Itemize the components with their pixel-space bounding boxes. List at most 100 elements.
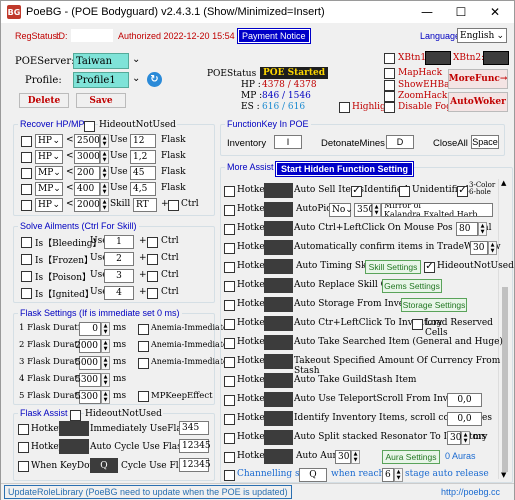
hotkey-field[interactable] bbox=[264, 240, 293, 255]
duration-spinner[interactable]: ▲ ▼ bbox=[101, 322, 110, 336]
when-keydown-key[interactable]: Q bbox=[90, 458, 118, 473]
immediate-checkbox[interactable] bbox=[18, 424, 29, 435]
hotkey-field[interactable] bbox=[264, 202, 293, 217]
showehbar-checkbox[interactable] bbox=[384, 80, 395, 91]
profile-select[interactable]: Profile1 bbox=[73, 72, 129, 88]
threshold-spinner[interactable]: ▲ ▼ bbox=[100, 150, 109, 164]
flask-keys[interactable]: 12 bbox=[130, 134, 156, 148]
aura-settings-button[interactable]: Aura Settings bbox=[382, 450, 440, 464]
assist-checkbox[interactable] bbox=[224, 395, 235, 406]
ailment-ctrl-checkbox[interactable] bbox=[147, 254, 158, 265]
website-link[interactable]: http://poebg.cc bbox=[441, 487, 500, 497]
load-reserved-checkbox[interactable] bbox=[412, 319, 423, 330]
threshold-value[interactable]: 200 bbox=[74, 166, 100, 180]
minimize-button[interactable]: — bbox=[410, 1, 444, 23]
channelling-key[interactable]: Q bbox=[299, 468, 327, 482]
recover-row-checkbox[interactable] bbox=[21, 168, 32, 179]
confirm-trade-value[interactable]: 30 bbox=[470, 241, 488, 255]
assist-checkbox[interactable] bbox=[224, 224, 235, 235]
assist-checkbox[interactable] bbox=[224, 243, 235, 254]
threshold-value[interactable]: 2000 bbox=[74, 198, 100, 212]
scrollbar-thumb[interactable] bbox=[502, 287, 508, 472]
ailment-checkbox[interactable] bbox=[21, 254, 32, 265]
value-spinner[interactable]: ▲ ▼ bbox=[351, 450, 360, 464]
detonate-key[interactable]: D bbox=[386, 135, 414, 149]
hotkey-field[interactable] bbox=[264, 278, 293, 293]
assist-checkbox[interactable] bbox=[224, 452, 235, 463]
stage-value[interactable]: 6 bbox=[382, 468, 394, 482]
ailment-checkbox[interactable] bbox=[21, 288, 32, 299]
scroll-up-icon[interactable]: ▲ bbox=[501, 179, 506, 187]
maphack-checkbox[interactable] bbox=[384, 68, 395, 79]
duration-spinner[interactable]: ▲ ▼ bbox=[101, 356, 110, 370]
resource-select[interactable]: HP ⌄ bbox=[35, 134, 63, 148]
value-spinner[interactable]: ▲ ▼ bbox=[488, 241, 497, 255]
recover-row-checkbox[interactable] bbox=[21, 136, 32, 147]
spin-down-icon[interactable]: ▼ bbox=[491, 248, 495, 254]
duration-spinner[interactable]: ▲ ▼ bbox=[101, 373, 110, 387]
split-value[interactable]: 30 bbox=[447, 431, 461, 445]
when-keydown-checkbox[interactable] bbox=[18, 461, 29, 472]
teleport-value[interactable]: 0,0 bbox=[447, 393, 482, 407]
anemia-checkbox[interactable] bbox=[138, 324, 149, 335]
hotkey-field[interactable] bbox=[264, 259, 293, 274]
assist-checkbox[interactable] bbox=[224, 300, 235, 311]
ailment-checkbox[interactable] bbox=[21, 271, 32, 282]
spin-down-icon[interactable]: ▼ bbox=[104, 329, 108, 335]
unidentified-checkbox[interactable] bbox=[399, 186, 410, 197]
storage-settings-button[interactable]: Storage Settings bbox=[401, 298, 467, 312]
hotkey-field[interactable] bbox=[264, 183, 293, 198]
resource-select[interactable]: MP ⌄ bbox=[35, 166, 63, 180]
skill-settings-button[interactable]: Skill Settings bbox=[365, 260, 421, 274]
ailment-key[interactable]: 1 bbox=[104, 235, 134, 249]
channelling-checkbox[interactable] bbox=[224, 470, 235, 481]
threshold-value[interactable]: 3000 bbox=[74, 150, 100, 164]
hotkey-field[interactable] bbox=[264, 354, 293, 369]
hotkey-field[interactable] bbox=[264, 335, 293, 350]
autopick-select[interactable]: No ⌄ bbox=[329, 203, 353, 217]
spin-down-icon[interactable]: ▼ bbox=[103, 189, 107, 195]
gems-settings-button[interactable]: Gems Settings bbox=[382, 279, 442, 293]
assist-checkbox[interactable] bbox=[224, 205, 235, 216]
ailment-key[interactable]: 4 bbox=[104, 286, 134, 300]
duration-spinner[interactable]: ▲ ▼ bbox=[101, 390, 110, 404]
resource-select[interactable]: HP ⌄ bbox=[35, 198, 63, 212]
hotkey-field[interactable] bbox=[264, 449, 293, 464]
close-button[interactable]: ✕ bbox=[478, 1, 512, 23]
more-func-button[interactable]: MoreFunc→ bbox=[448, 69, 508, 89]
ailment-ctrl-checkbox[interactable] bbox=[147, 237, 158, 248]
value-spinner[interactable]: ▲ ▼ bbox=[372, 203, 381, 217]
autocycle-value[interactable]: 12345 bbox=[179, 439, 211, 453]
payment-notice-button[interactable]: Payment Notice bbox=[237, 28, 311, 44]
threshold-spinner[interactable]: ▲ ▼ bbox=[100, 198, 109, 212]
flask-duration-value[interactable]: 5300 bbox=[75, 373, 101, 387]
value-spinner[interactable]: ▲ ▼ bbox=[478, 222, 487, 236]
hotkey-field[interactable] bbox=[264, 373, 293, 388]
profile-chevron-icon[interactable]: ⌄ bbox=[132, 73, 140, 84]
resource-select[interactable]: HP ⌄ bbox=[35, 150, 63, 164]
assist-checkbox[interactable] bbox=[224, 262, 235, 273]
threshold-value[interactable]: 400 bbox=[74, 182, 100, 196]
threshold-spinner[interactable]: ▲ ▼ bbox=[100, 182, 109, 196]
server-select[interactable]: Taiwan bbox=[73, 53, 129, 69]
refresh-icon[interactable]: ↻ bbox=[147, 72, 162, 87]
threshold-value[interactable]: 2500 bbox=[74, 134, 100, 148]
autopick-items[interactable]: Mirror of Kalandra,Exalted,Harb bbox=[381, 203, 493, 217]
recover-row-checkbox[interactable] bbox=[21, 152, 32, 163]
scroll-down-icon[interactable]: ▼ bbox=[501, 471, 506, 479]
resource-select[interactable]: MP ⌄ bbox=[35, 182, 63, 196]
spin-down-icon[interactable]: ▼ bbox=[104, 397, 108, 403]
immediate-value[interactable]: 345 bbox=[179, 421, 209, 435]
assist-checkbox[interactable] bbox=[224, 338, 235, 349]
identify-value[interactable]: 0,0 bbox=[447, 412, 482, 426]
assist-checkbox[interactable] bbox=[224, 376, 235, 387]
autocycle-checkbox[interactable] bbox=[18, 442, 29, 453]
ctrl-click-value[interactable]: 80 bbox=[456, 222, 478, 236]
flask-duration-value[interactable]: 0 bbox=[79, 322, 101, 336]
inventory-key[interactable]: I bbox=[274, 135, 302, 149]
save-button[interactable]: Save bbox=[76, 93, 126, 108]
ailment-ctrl-checkbox[interactable] bbox=[147, 271, 158, 282]
xbtn1-key-field[interactable] bbox=[425, 51, 451, 65]
recover-row-checkbox[interactable] bbox=[21, 200, 32, 211]
closeall-key[interactable]: Space bbox=[471, 135, 499, 149]
